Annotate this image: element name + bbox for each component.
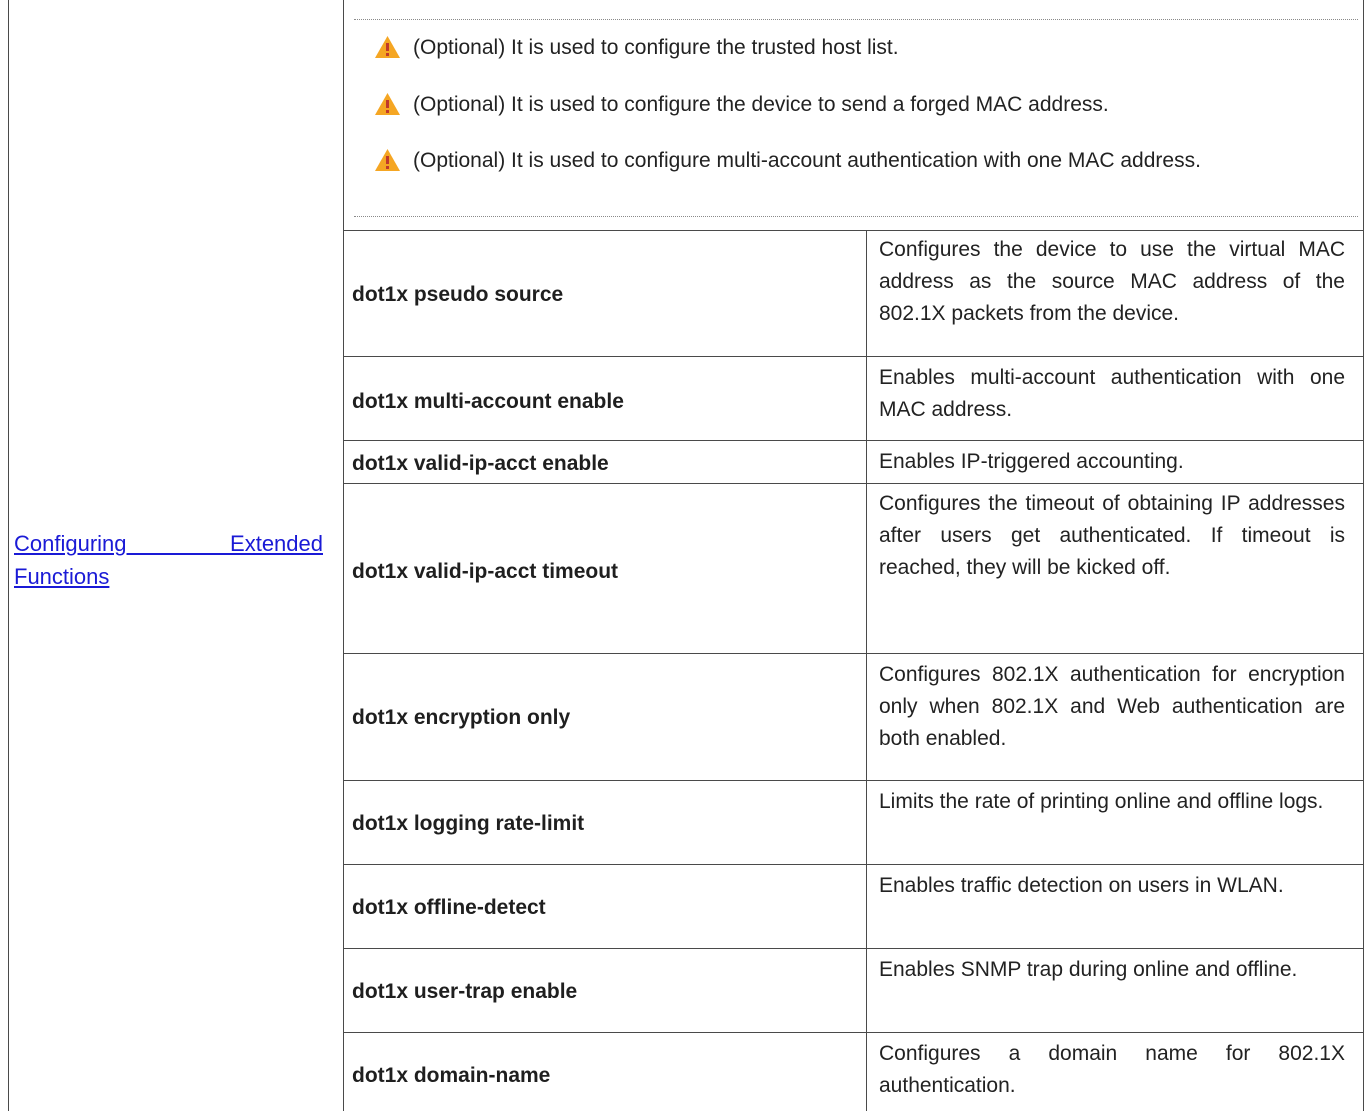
command-name: dot1x multi-account enable — [352, 390, 624, 413]
link-line-2: Functions — [14, 564, 110, 589]
note-item: (Optional) It is used to configure the t… — [374, 31, 1344, 67]
command-description: Enables traffic detection on users in WL… — [879, 874, 1284, 897]
command-description: Enables SNMP trap during online and offl… — [879, 958, 1298, 981]
command-name: dot1x pseudo source — [352, 283, 564, 306]
command-name: dot1x valid-ip-acct timeout — [352, 560, 619, 583]
command-name: dot1x user-trap enable — [352, 980, 578, 1003]
command-description: Configures the timeout of obtaining IP a… — [879, 492, 1345, 579]
row-divider — [343, 230, 1364, 231]
row-divider — [343, 356, 1364, 357]
warning-triangle-icon — [375, 93, 400, 115]
row-divider — [343, 780, 1364, 781]
notes-top-divider — [354, 19, 1358, 20]
row-divider — [343, 1032, 1364, 1033]
note-item: (Optional) It is used to configure the d… — [374, 88, 1344, 124]
warning-triangle-icon — [375, 36, 400, 58]
row-divider — [343, 864, 1364, 865]
command-description: Enables multi-account authentication wit… — [879, 366, 1345, 421]
command-description: Enables IP-triggered accounting. — [879, 450, 1184, 473]
row-divider — [343, 440, 1364, 441]
configuring-extended-functions-link-cont[interactable]: Functions — [14, 560, 323, 593]
table-border-right — [1363, 0, 1364, 1111]
command-description: Configures the device to use the virtual… — [879, 238, 1345, 325]
row-divider — [343, 948, 1364, 949]
command-description: Configures a domain name for 802.1X auth… — [879, 1042, 1345, 1097]
command-name: dot1x logging rate-limit — [352, 812, 585, 835]
command-description: Limits the rate of printing online and o… — [879, 790, 1324, 813]
column-divider-2 — [866, 230, 867, 1111]
command-name: dot1x domain-name — [352, 1064, 551, 1087]
command-description: Configures 802.1X authentication for enc… — [879, 663, 1345, 750]
column-divider-1 — [343, 0, 344, 1111]
warning-triangle-icon — [375, 149, 400, 171]
notes-bottom-divider — [354, 216, 1358, 217]
note-text: (Optional) It is used to configure multi… — [413, 149, 1201, 172]
command-name: dot1x encryption only — [352, 706, 571, 729]
section-link-cell: Configuring Extended Functions — [14, 527, 323, 593]
row-divider — [343, 653, 1364, 654]
note-text: (Optional) It is used to configure the d… — [413, 93, 1109, 116]
row-divider — [343, 483, 1364, 484]
configuring-extended-functions-link[interactable]: Configuring Extended — [14, 527, 323, 560]
command-name: dot1x valid-ip-acct enable — [352, 452, 609, 475]
note-text: (Optional) It is used to configure the t… — [413, 36, 899, 59]
link-line-1: Configuring Extended — [14, 531, 323, 556]
table-border-left — [8, 0, 9, 1111]
command-name: dot1x offline-detect — [352, 896, 546, 919]
note-item: (Optional) It is used to configure multi… — [374, 144, 1344, 214]
